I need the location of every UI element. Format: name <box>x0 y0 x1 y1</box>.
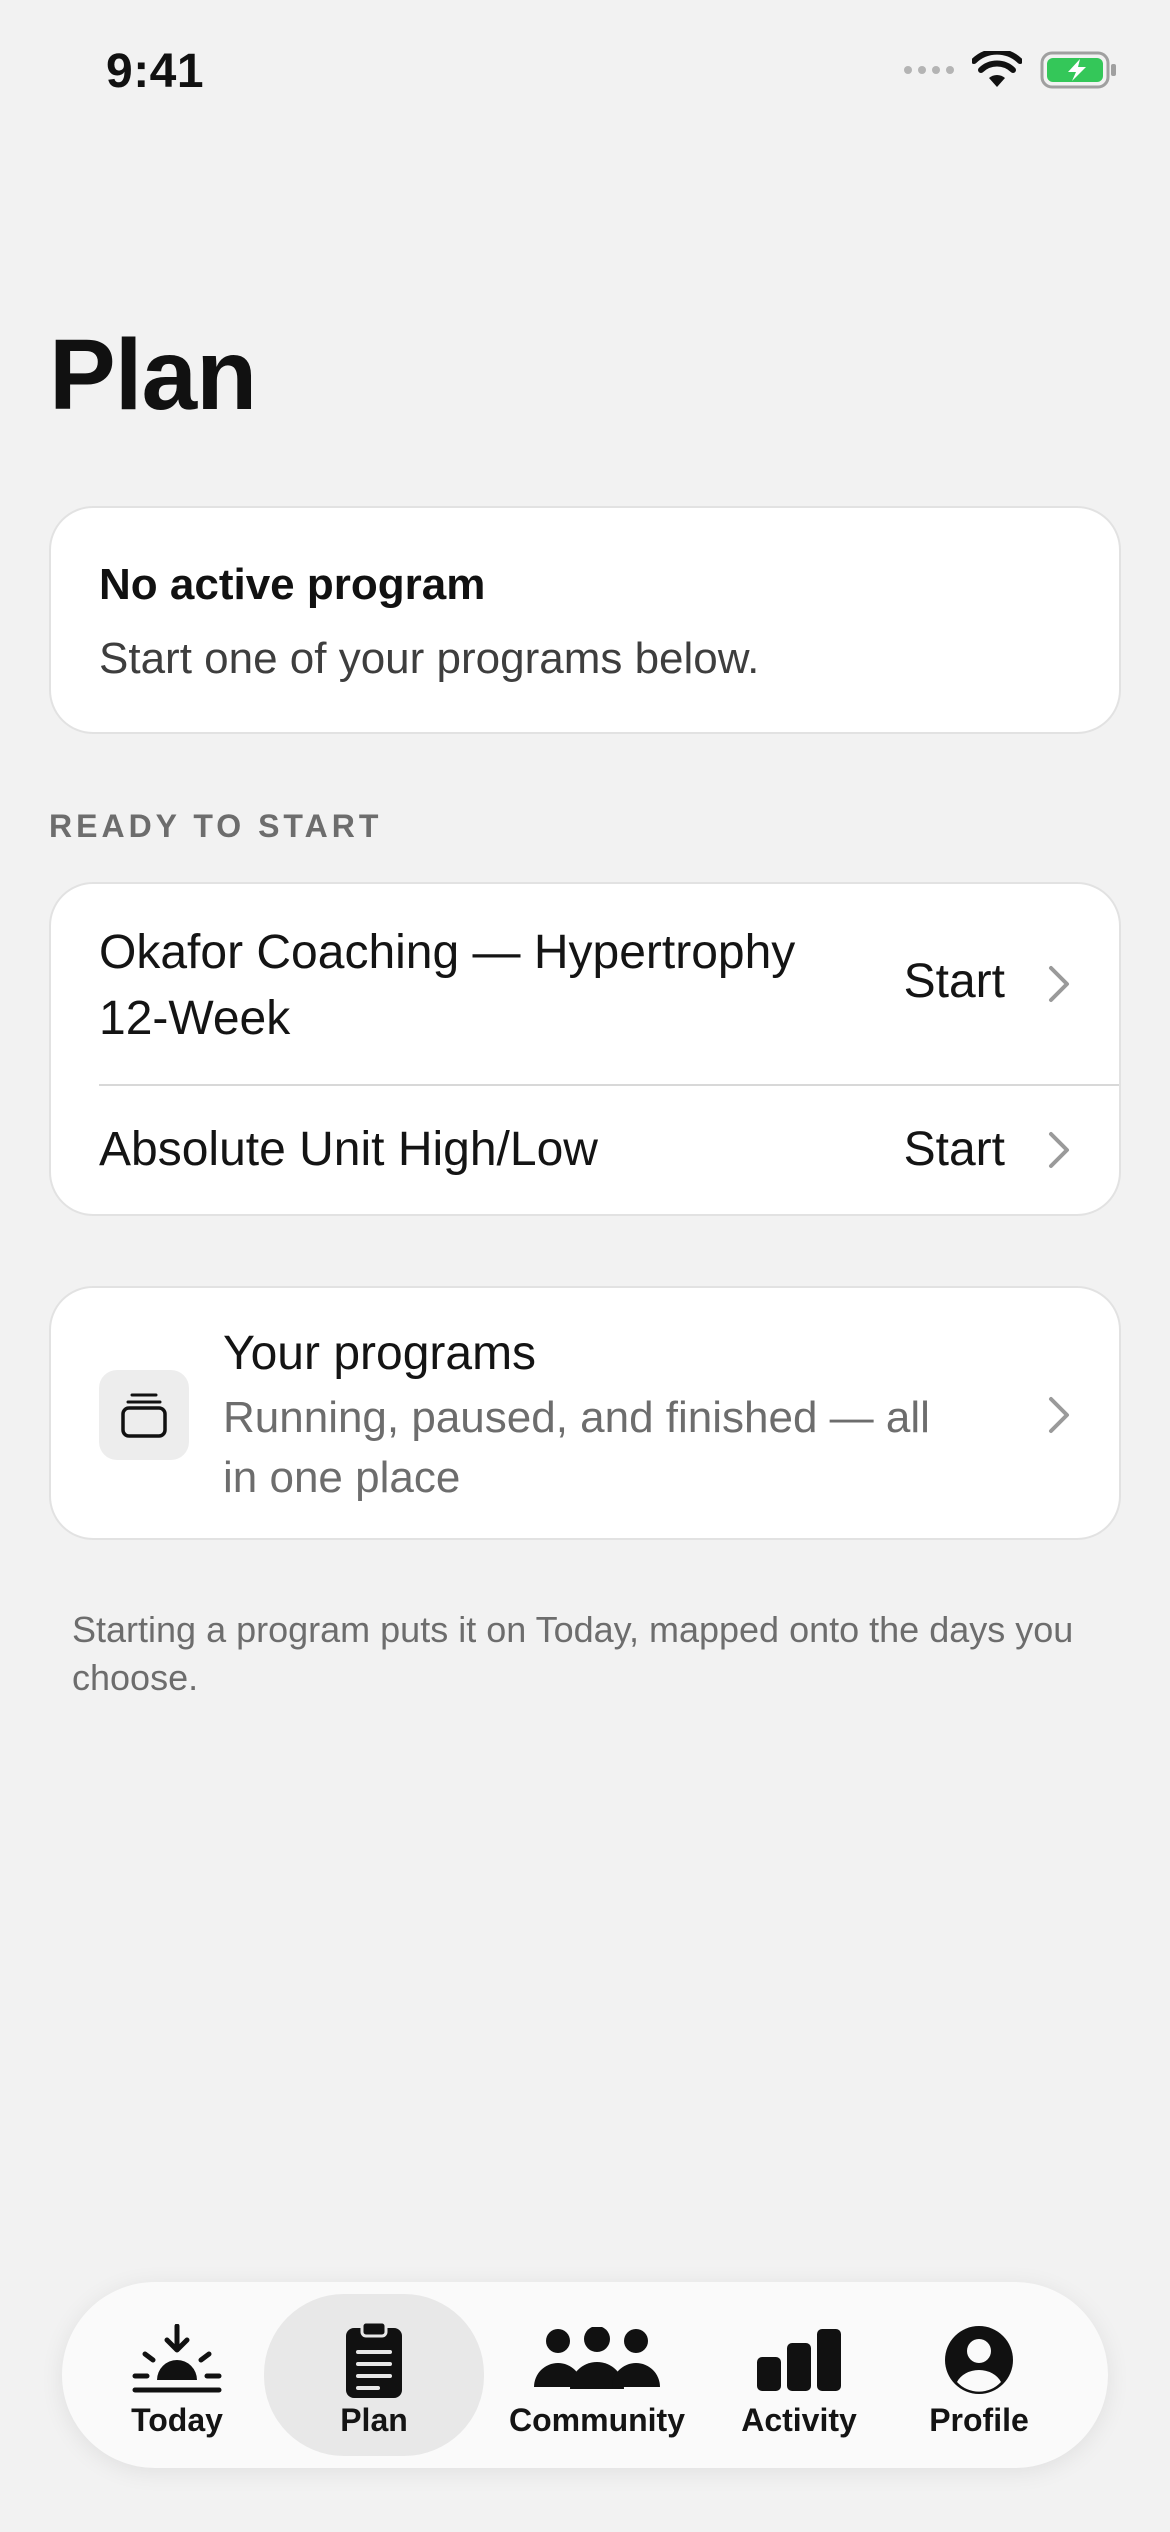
program-row-okafor[interactable]: Okafor Coaching — Hypertrophy 12-Week St… <box>51 884 1119 1084</box>
footnote: Starting a program puts it on Today, map… <box>72 1609 1074 1698</box>
program-title: Absolute Unit High/Low <box>99 1123 598 1176</box>
tab-label: Plan <box>340 2402 408 2438</box>
your-programs-card[interactable]: Your programs Running, paused, and finis… <box>49 1286 1121 1540</box>
bar-chart-icon <box>755 2322 843 2398</box>
people-icon <box>532 2322 662 2398</box>
clipboard-icon <box>344 2320 404 2398</box>
tab-bar: Today Plan Community Activity Profile <box>62 2282 1108 2468</box>
tab-activity[interactable]: Activity <box>714 2294 884 2456</box>
tab-label: Today <box>131 2402 223 2438</box>
stack-icon <box>99 1370 189 1460</box>
start-button[interactable]: Start <box>904 1122 1005 1177</box>
status-time: 9:41 <box>106 45 205 98</box>
sunrise-icon <box>131 2322 223 2398</box>
active-program-subtitle: Start one of your programs below. <box>99 634 760 683</box>
chevron-right-icon <box>1049 1397 1069 1433</box>
tab-plan[interactable]: Plan <box>264 2294 484 2456</box>
tab-label: Activity <box>741 2402 857 2438</box>
person-circle-icon <box>943 2322 1015 2398</box>
program-title: Okafor Coaching — Hypertrophy 12-Week <box>99 926 796 1045</box>
tab-label: Profile <box>929 2402 1029 2438</box>
your-programs-subtitle: Running, paused, and finished — all in o… <box>223 1393 930 1502</box>
chevron-right-icon <box>1049 1132 1069 1168</box>
section-label-ready: READY TO START <box>49 808 383 844</box>
tab-profile[interactable]: Profile <box>904 2294 1054 2456</box>
program-row-absolute-unit[interactable]: Absolute Unit High/Low Start <box>51 1084 1119 1216</box>
page-title: Plan <box>49 319 257 431</box>
start-button[interactable]: Start <box>904 954 1005 1009</box>
cellular-signal-icon <box>904 66 954 74</box>
tab-label: Community <box>509 2402 685 2438</box>
active-program-card: No active program Start one of your prog… <box>49 506 1121 734</box>
tab-today[interactable]: Today <box>102 2294 252 2456</box>
ready-programs-list: Okafor Coaching — Hypertrophy 12-Week St… <box>49 882 1121 1216</box>
your-programs-title: Your programs <box>223 1327 537 1380</box>
wifi-icon <box>972 51 1022 87</box>
active-program-title: No active program <box>99 560 486 609</box>
chevron-right-icon <box>1049 966 1069 1002</box>
tab-community[interactable]: Community <box>492 2294 702 2456</box>
plan-screen: 9:41 Plan No active program Start one of… <box>0 0 1170 2532</box>
status-icons <box>904 50 1118 90</box>
battery-charging-icon <box>1040 51 1116 89</box>
